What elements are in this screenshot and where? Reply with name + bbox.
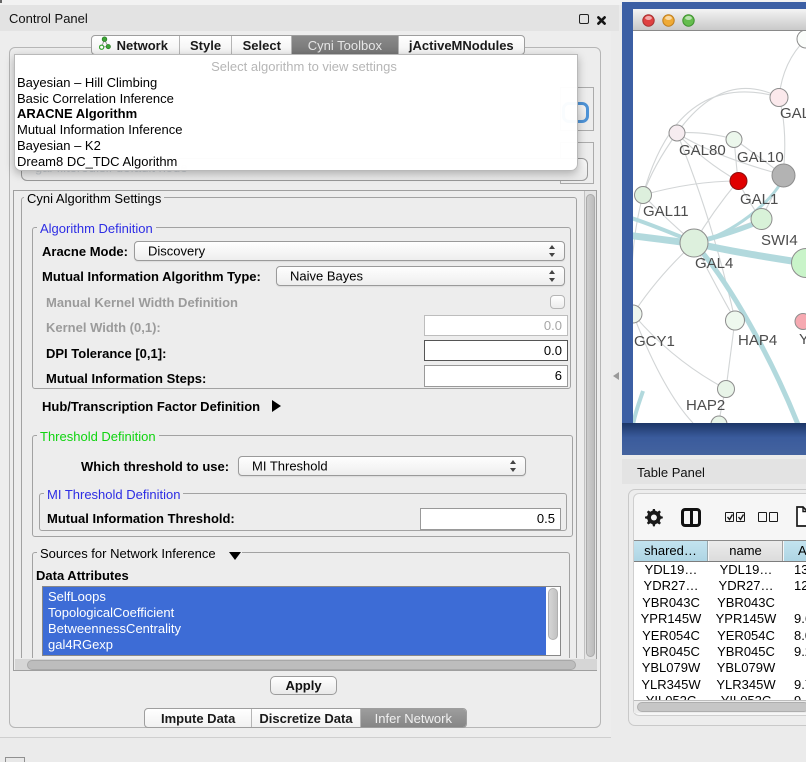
svg-text:SWI4: SWI4 (761, 232, 798, 249)
svg-text:GAL11: GAL11 (643, 203, 689, 220)
svg-text:GCY1: GCY1 (634, 333, 675, 350)
svg-text:Y: Y (799, 331, 806, 348)
svg-text:GAL1: GAL1 (740, 191, 778, 208)
svg-text:GAL7: GAL7 (780, 105, 806, 122)
svg-text:GAL80: GAL80 (679, 142, 726, 159)
svg-text:HAP4: HAP4 (738, 332, 777, 349)
svg-text:GAL4: GAL4 (695, 255, 733, 272)
svg-text:GAL10: GAL10 (737, 149, 784, 166)
svg-text:HAP2: HAP2 (686, 397, 725, 414)
